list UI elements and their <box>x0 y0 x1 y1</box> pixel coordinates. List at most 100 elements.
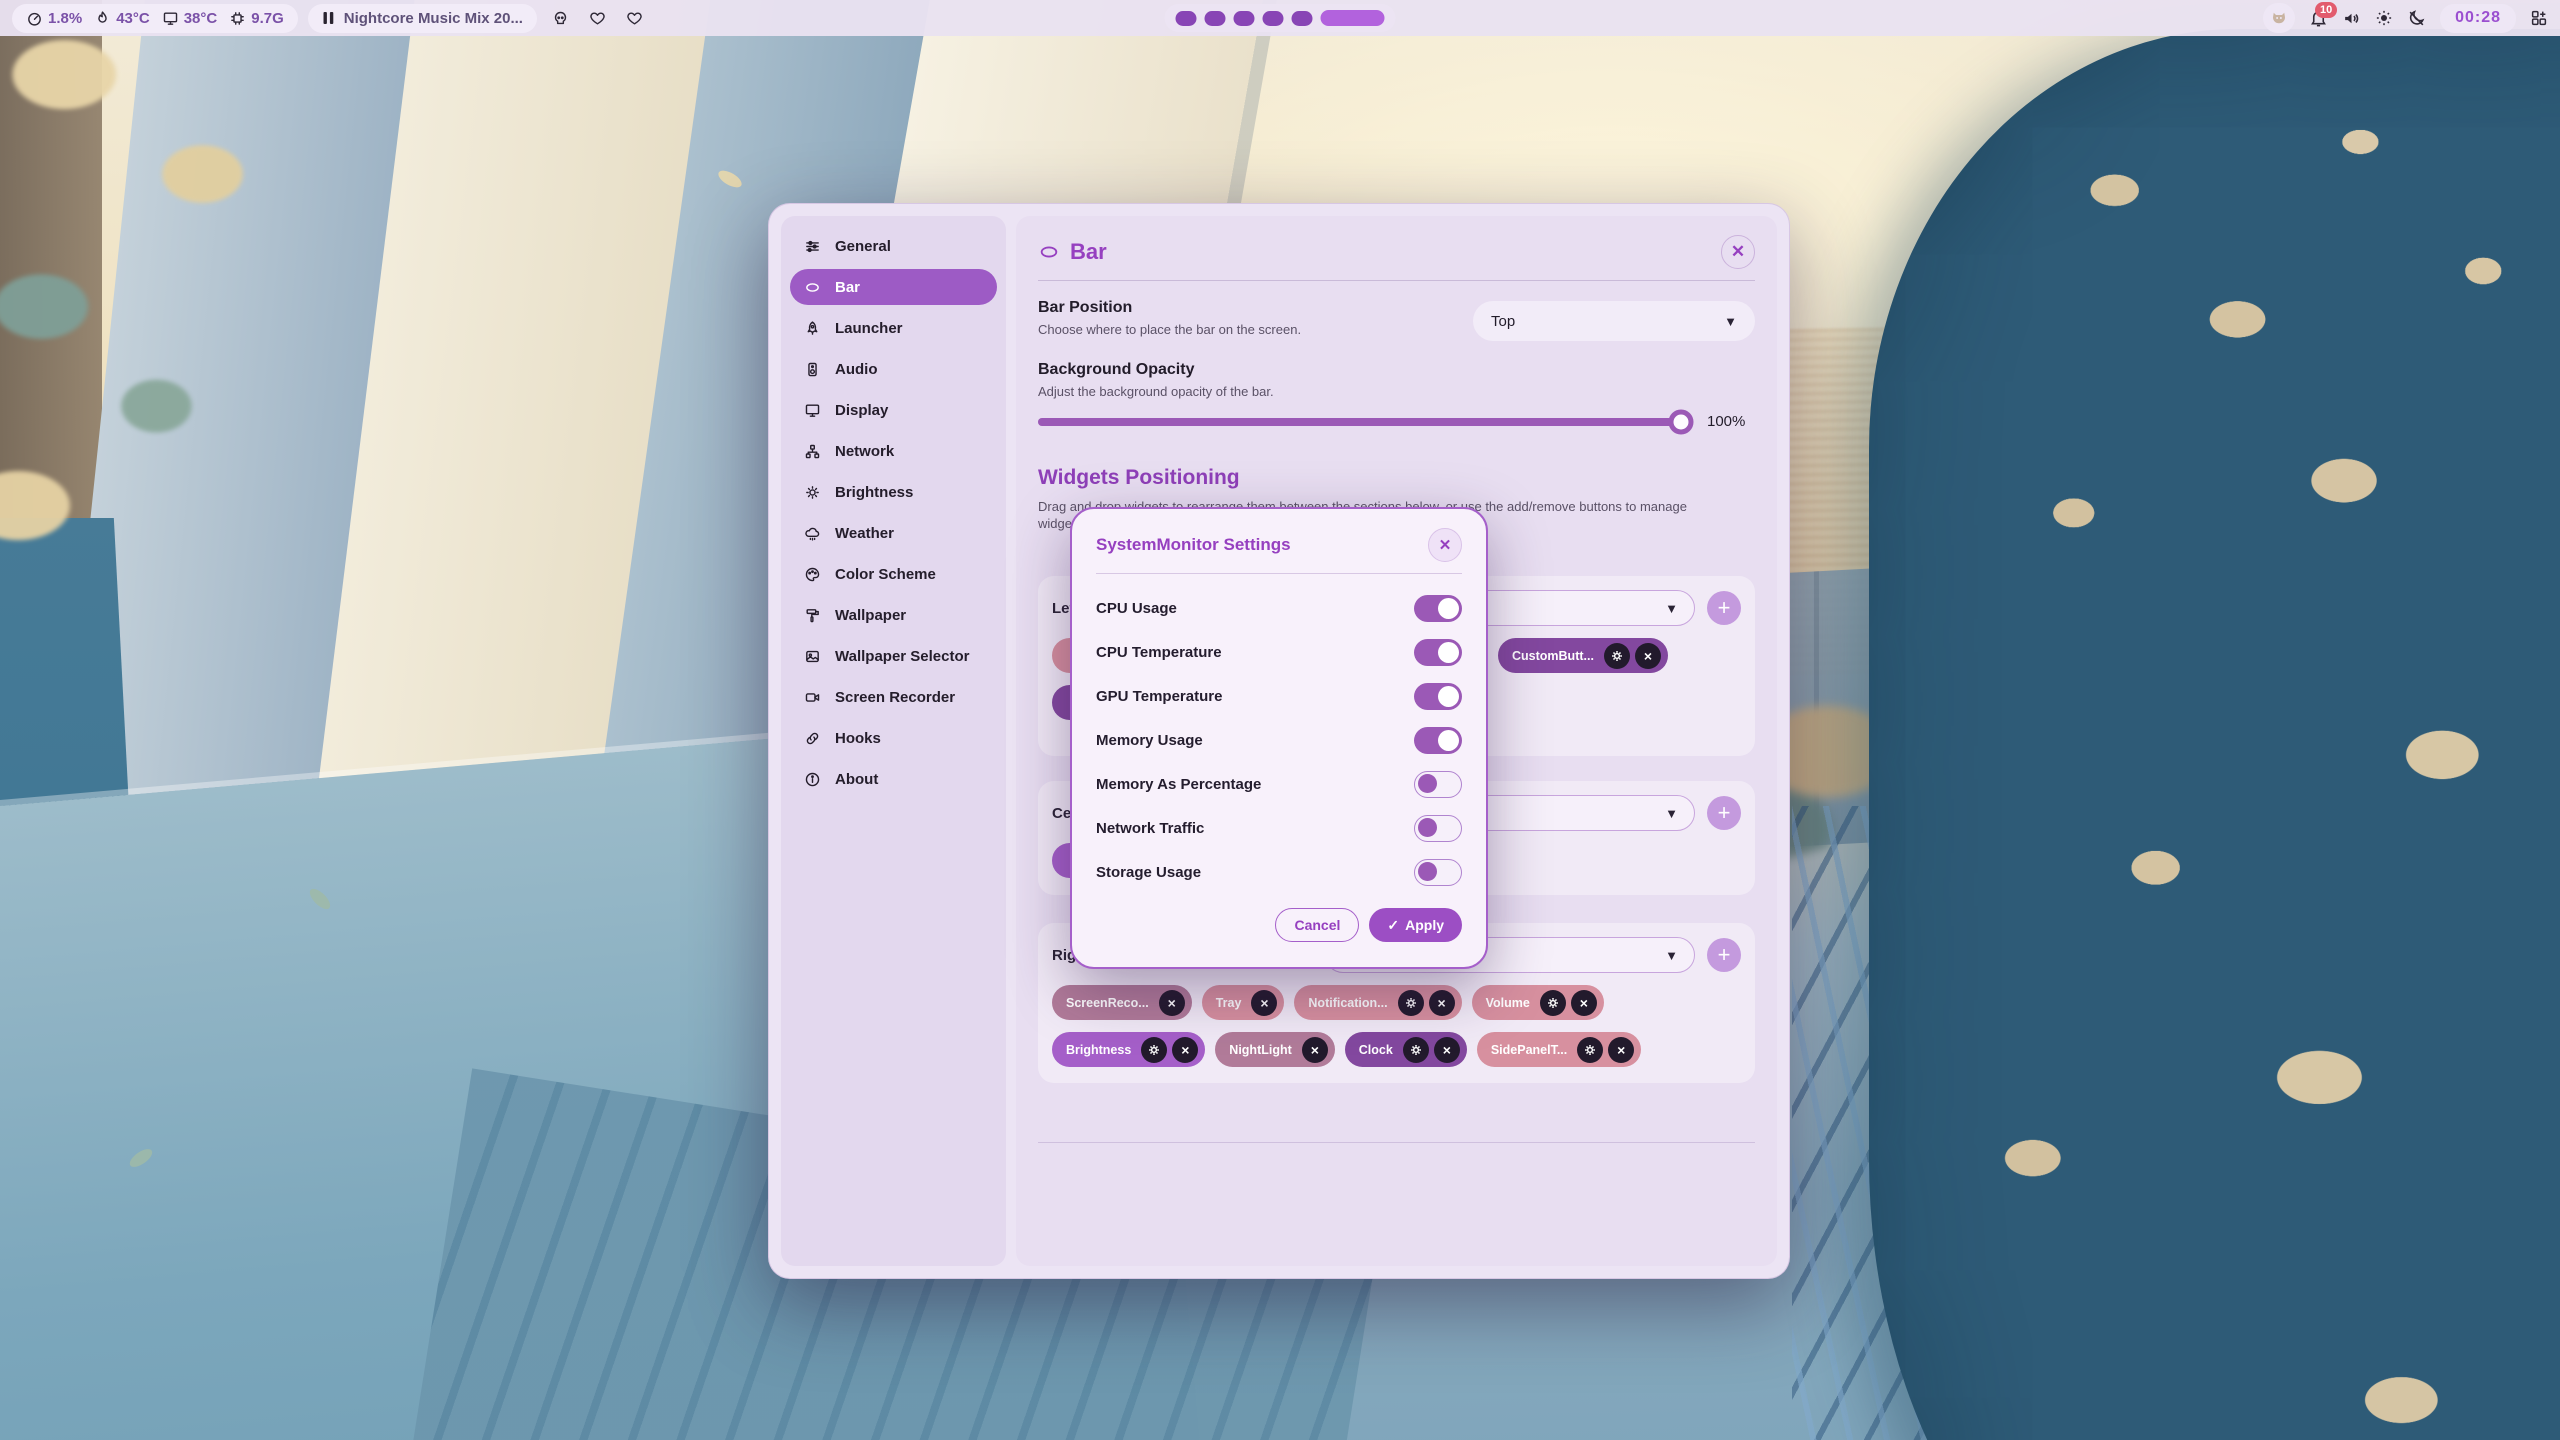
heart-button[interactable] <box>621 4 649 32</box>
remove-icon[interactable]: × <box>1159 990 1185 1016</box>
brightness-sun-icon[interactable] <box>2375 9 2393 27</box>
volume-icon[interactable] <box>2342 9 2361 28</box>
sidebar-item-about[interactable]: About <box>790 761 997 797</box>
clock[interactable]: 00:28 <box>2440 4 2516 33</box>
bar-pill-icon <box>1038 241 1060 263</box>
add-widget-button[interactable]: + <box>1707 796 1741 830</box>
remove-icon[interactable]: × <box>1434 1037 1460 1063</box>
night-light-off-icon[interactable] <box>2407 9 2426 28</box>
toggle-row: Memory Usage <box>1096 718 1462 762</box>
workspace-dot[interactable] <box>1176 11 1197 26</box>
widget-chip-label: Notification... <box>1308 996 1392 1010</box>
opacity-slider[interactable] <box>1038 418 1693 426</box>
sidebar-item-color-scheme[interactable]: Color Scheme <box>790 556 997 592</box>
info-icon <box>803 771 822 788</box>
remove-icon[interactable]: × <box>1302 1037 1328 1063</box>
divider <box>1096 573 1462 574</box>
sidebar-item-display[interactable]: Display <box>790 392 997 428</box>
sidebar-item-brightness[interactable]: Brightness <box>790 474 997 510</box>
remove-icon[interactable]: × <box>1251 990 1277 1016</box>
toggle-switch[interactable] <box>1414 595 1462 622</box>
sidebar-item-network[interactable]: Network <box>790 433 997 469</box>
chevron-down-icon: ▼ <box>1665 948 1678 963</box>
slider-knob[interactable] <box>1669 409 1694 434</box>
widget-chip[interactable]: CustomButt... × <box>1498 638 1668 673</box>
sidebar-item-wallpaper-selector[interactable]: Wallpaper Selector <box>790 638 997 674</box>
toggle-switch[interactable] <box>1414 683 1462 710</box>
heart-button[interactable] <box>584 4 612 32</box>
remove-icon[interactable]: × <box>1608 1037 1634 1063</box>
toggle-label: GPU Temperature <box>1096 688 1222 705</box>
workspace-indicator[interactable] <box>1165 4 1396 32</box>
system-stat: 43°C <box>94 10 150 27</box>
close-icon[interactable]: ✕ <box>1721 235 1755 269</box>
toggle-row: CPU Temperature <box>1096 630 1462 674</box>
workspace-dot[interactable] <box>1292 11 1313 26</box>
gear-icon[interactable] <box>1141 1037 1167 1063</box>
sidebar-item-screen-recorder[interactable]: Screen Recorder <box>790 679 997 715</box>
system-stat: 9.7G <box>229 10 284 27</box>
toggle-switch[interactable] <box>1414 859 1462 886</box>
sidebar-item-hooks[interactable]: Hooks <box>790 720 997 756</box>
widget-chip-label: SidePanelT... <box>1491 1043 1572 1057</box>
widget-chip[interactable]: Volume× <box>1472 985 1604 1020</box>
workspace-dot[interactable] <box>1205 11 1226 26</box>
widget-chip[interactable]: Brightness× <box>1052 1032 1205 1067</box>
workspace-dot[interactable] <box>1234 11 1255 26</box>
chevron-down-icon: ▼ <box>1665 601 1678 616</box>
cancel-button[interactable]: Cancel <box>1275 908 1359 942</box>
media-player-pill[interactable]: Nightcore Music Mix 20... <box>308 4 537 33</box>
toggle-row: Memory As Percentage <box>1096 762 1462 806</box>
apply-button[interactable]: ✓ Apply <box>1369 908 1462 942</box>
workspace-dot[interactable] <box>1263 11 1284 26</box>
widget-chip[interactable]: ScreenReco...× <box>1052 985 1192 1020</box>
gear-icon[interactable] <box>1540 990 1566 1016</box>
skull-button[interactable] <box>547 4 575 32</box>
toggle-switch[interactable] <box>1414 771 1462 798</box>
network-icon <box>803 443 822 460</box>
monitor-icon <box>803 402 822 419</box>
toggle-switch[interactable] <box>1414 639 1462 666</box>
widget-chip[interactable]: NightLight × <box>1215 1032 1334 1067</box>
widget-chip-label: NightLight <box>1229 1043 1296 1057</box>
bar-position-label: Bar Position <box>1038 299 1301 317</box>
add-widget-button[interactable]: + <box>1707 938 1741 972</box>
sidebar-item-audio[interactable]: Audio <box>790 351 997 387</box>
workspace-active[interactable] <box>1321 10 1385 26</box>
widget-chip[interactable]: Tray× <box>1202 985 1285 1020</box>
skull-icon <box>552 10 569 27</box>
modal-title: SystemMonitor Settings <box>1096 535 1291 555</box>
toggle-label: CPU Usage <box>1096 600 1177 617</box>
widget-chip[interactable]: SidePanelT... × <box>1477 1032 1641 1067</box>
tray-app-icon[interactable] <box>2263 3 2295 33</box>
toggle-switch[interactable] <box>1414 815 1462 842</box>
heart-icon <box>626 10 643 27</box>
sidebar-item-weather[interactable]: Weather <box>790 515 997 551</box>
toggle-switch[interactable] <box>1414 727 1462 754</box>
remove-icon[interactable]: × <box>1429 990 1455 1016</box>
toggle-row: Network Traffic <box>1096 806 1462 850</box>
widget-chip-label: CustomButt... <box>1512 649 1599 663</box>
toggle-label: CPU Temperature <box>1096 644 1222 661</box>
remove-icon[interactable]: × <box>1172 1037 1198 1063</box>
bar-position-select[interactable]: Top ▼ <box>1473 301 1755 341</box>
dashboard-grid-icon[interactable] <box>2530 9 2548 27</box>
gauge-icon <box>26 10 43 27</box>
add-widget-button[interactable]: + <box>1707 591 1741 625</box>
link-icon <box>803 730 822 747</box>
sidebar-item-bar[interactable]: Bar <box>790 269 997 305</box>
sidebar-item-wallpaper[interactable]: Wallpaper <box>790 597 997 633</box>
widget-chip[interactable]: Notification... × <box>1294 985 1461 1020</box>
widget-chip-label: Clock <box>1359 1043 1398 1057</box>
widget-chip[interactable]: Clock × <box>1345 1032 1467 1067</box>
sidebar-item-general[interactable]: General <box>790 228 997 264</box>
gear-icon[interactable] <box>1604 643 1630 669</box>
remove-icon[interactable]: × <box>1635 643 1661 669</box>
sidebar-item-launcher[interactable]: Launcher <box>790 310 997 346</box>
gear-icon[interactable] <box>1403 1037 1429 1063</box>
gear-icon[interactable] <box>1577 1037 1603 1063</box>
remove-icon[interactable]: × <box>1571 990 1597 1016</box>
notifications-bell-icon[interactable]: 10 <box>2309 9 2328 28</box>
gear-icon[interactable] <box>1398 990 1424 1016</box>
close-icon[interactable]: ✕ <box>1428 528 1462 562</box>
